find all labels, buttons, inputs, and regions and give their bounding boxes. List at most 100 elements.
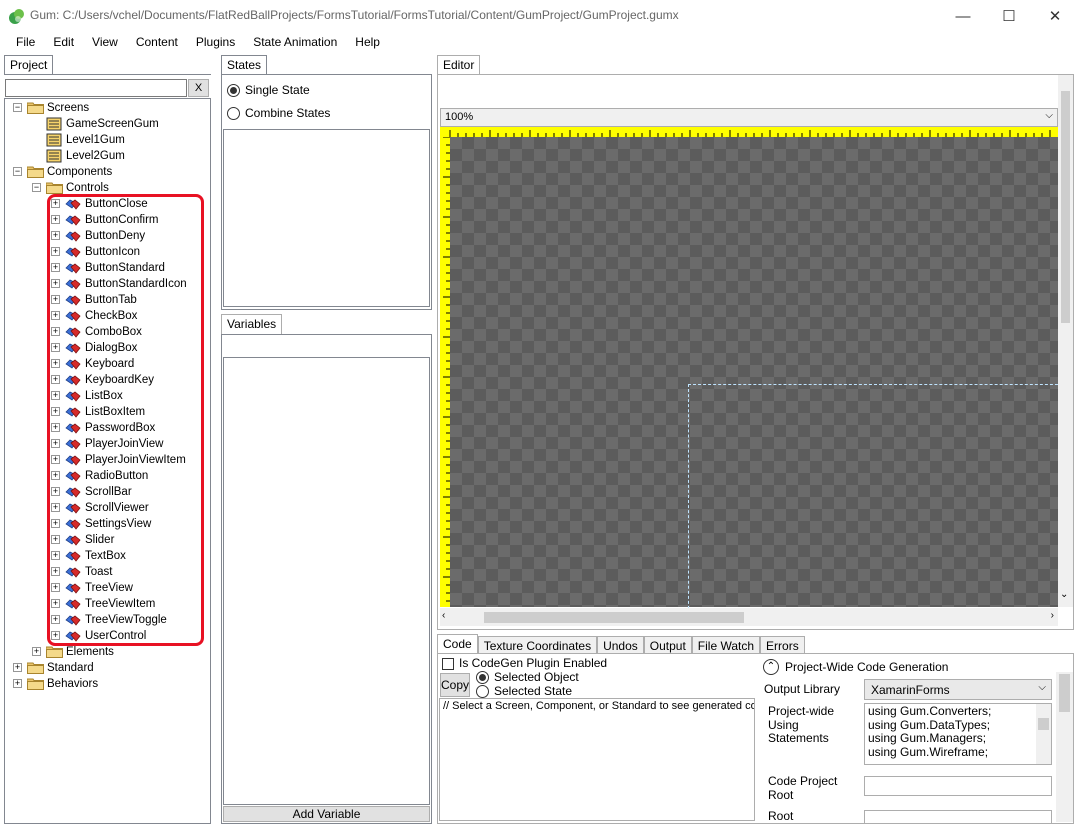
tree-behaviors-expander[interactable]: + xyxy=(13,679,22,688)
single-state-label: Single State xyxy=(245,83,310,97)
controls-highlight-box xyxy=(47,194,204,646)
selected-object-radio[interactable] xyxy=(476,671,489,684)
tree-screens[interactable]: Screens xyxy=(47,100,89,116)
scroll-left-icon[interactable]: ‹ xyxy=(442,610,445,621)
output-library-select[interactable]: XamarinForms ⌵ xyxy=(864,679,1052,700)
editor-horizontal-scrollbar[interactable]: ‹ › xyxy=(440,608,1058,626)
menu-edit[interactable]: Edit xyxy=(44,32,83,53)
codegen-scroll-thumb[interactable] xyxy=(1059,674,1070,712)
tree-screen-item[interactable]: Level2Gum xyxy=(66,148,125,164)
scroll-right-icon[interactable]: › xyxy=(1051,610,1054,621)
screen-file-icon xyxy=(46,117,62,134)
minimize-icon: — xyxy=(955,7,971,25)
zoom-dropdown[interactable]: 100% ⌵ xyxy=(440,108,1058,127)
codegen-enabled-checkbox[interactable] xyxy=(442,658,454,670)
tab-editor[interactable]: Editor xyxy=(437,55,481,75)
codegen-scrollbar[interactable] xyxy=(1056,672,1073,822)
horizontal-scroll-thumb[interactable] xyxy=(484,612,744,623)
minimize-button[interactable]: — xyxy=(940,0,986,32)
canvas-bounds-outline xyxy=(688,384,1068,614)
using-statements-textarea[interactable]: using Gum.Converters; using Gum.DataTypes… xyxy=(864,703,1052,765)
using-scroll-thumb[interactable] xyxy=(1038,718,1049,730)
tree-standard-expander[interactable]: + xyxy=(13,663,22,672)
tab-file-watch[interactable]: File Watch xyxy=(691,636,761,654)
tab-states[interactable]: States xyxy=(221,55,268,75)
tab-texture-coordinates[interactable]: Texture Coordinates xyxy=(477,636,598,654)
menu-view[interactable]: View xyxy=(83,32,127,53)
project-wide-codegen-section: ⌃ Project-Wide Code Generation Output Li… xyxy=(760,656,1054,824)
states-panel: Single State Combine States xyxy=(221,74,432,310)
scroll-down-icon[interactable]: ⌄ xyxy=(1060,589,1068,600)
window-title: Gum: C:/Users/vchel/Documents/FlatRedBal… xyxy=(30,8,679,22)
tree-elements-expander[interactable]: + xyxy=(32,647,41,656)
variables-panel: Add Variable xyxy=(221,334,432,824)
using-statement-line: using Gum.Converters; xyxy=(868,704,992,718)
close-button[interactable]: ✕ xyxy=(1032,0,1078,32)
maximize-icon: ☐ xyxy=(1002,8,1016,25)
tab-variables[interactable]: Variables xyxy=(221,314,283,335)
vertical-scroll-thumb[interactable] xyxy=(1061,91,1070,323)
tab-code[interactable]: Code xyxy=(437,634,478,654)
folder-icon xyxy=(26,166,45,181)
add-variable-button[interactable]: Add Variable xyxy=(223,806,430,822)
codegen-enabled-label: Is CodeGen Plugin Enabled xyxy=(459,656,608,670)
generated-code-text[interactable]: // Select a Screen, Component, or Standa… xyxy=(439,698,755,821)
selected-state-radio[interactable] xyxy=(476,685,489,698)
selected-state-label: Selected State xyxy=(494,684,573,698)
generated-code-placeholder: // Select a Screen, Component, or Standa… xyxy=(443,700,755,712)
tree-standard[interactable]: Standard xyxy=(47,660,94,676)
tree-screens-expander[interactable]: − xyxy=(13,103,22,112)
tree-screen-item[interactable]: Level1Gum xyxy=(66,132,125,148)
tree-behaviors[interactable]: Behaviors xyxy=(47,676,98,692)
variables-grid[interactable] xyxy=(223,357,430,805)
output-library-value: XamarinForms xyxy=(871,683,950,697)
menu-file[interactable]: File xyxy=(7,32,44,53)
search-clear-button[interactable]: X xyxy=(188,79,209,97)
vertical-ruler xyxy=(440,137,450,607)
tab-errors[interactable]: Errors xyxy=(760,636,805,654)
editor-canvas[interactable] xyxy=(450,137,1068,614)
root-input[interactable] xyxy=(864,810,1052,824)
tab-undos[interactable]: Undos xyxy=(597,636,644,654)
tree-controls-expander[interactable]: − xyxy=(32,183,41,192)
tab-project[interactable]: Project xyxy=(4,55,54,75)
tree-screen-item[interactable]: GameScreenGum xyxy=(66,116,159,132)
folder-icon xyxy=(26,678,45,693)
project-search-input[interactable] xyxy=(5,79,187,97)
close-icon: ✕ xyxy=(1048,8,1062,25)
tab-output[interactable]: Output xyxy=(643,636,692,654)
editor-vertical-scrollbar[interactable]: ⌄ xyxy=(1058,75,1073,607)
maximize-button[interactable]: ☐ xyxy=(986,0,1032,32)
folder-icon xyxy=(26,102,45,117)
project-tab-divider xyxy=(4,74,211,75)
states-list[interactable] xyxy=(223,129,430,307)
menu-help[interactable]: Help xyxy=(346,32,389,53)
tree-components-expander[interactable]: − xyxy=(13,167,22,176)
selected-object-label: Selected Object xyxy=(494,670,579,684)
chevron-down-icon: ⌵ xyxy=(1038,682,1046,693)
copy-button[interactable]: Copy xyxy=(440,673,470,697)
editor-panel: 100% ⌵ ⌄ ‹ › xyxy=(437,74,1074,630)
tree-components[interactable]: Components xyxy=(47,164,112,180)
title-bar: Gum: C:/Users/vchel/Documents/FlatRedBal… xyxy=(0,0,1078,32)
screen-file-icon xyxy=(46,133,62,150)
output-library-label: Output Library xyxy=(764,682,841,696)
gum-app-icon xyxy=(9,9,24,24)
project-wide-header: Project-Wide Code Generation xyxy=(785,660,949,674)
code-project-root-label: Code Project Root xyxy=(768,774,838,802)
menu-content[interactable]: Content xyxy=(127,32,187,53)
folder-icon xyxy=(26,662,45,677)
using-scrollbar[interactable] xyxy=(1036,704,1051,764)
combine-states-label: Combine States xyxy=(245,106,331,120)
menu-state-animation[interactable]: State Animation xyxy=(244,32,346,53)
collapse-chevron-icon[interactable]: ⌃ xyxy=(763,659,779,675)
bottom-tab-strip: Code Texture Coordinates Undos Output Fi… xyxy=(437,634,805,654)
using-statement-line: using Gum.DataTypes; xyxy=(868,717,991,732)
menu-plugins[interactable]: Plugins xyxy=(187,32,244,53)
combine-states-radio[interactable] xyxy=(227,107,240,120)
using-statement-line: using Gum.Wireframe; xyxy=(868,744,989,759)
using-statements-label: Project-wide Using Statements xyxy=(768,704,835,745)
code-project-root-input[interactable] xyxy=(864,776,1052,796)
tree-elements[interactable]: Elements xyxy=(66,644,114,660)
single-state-radio[interactable] xyxy=(227,84,240,97)
